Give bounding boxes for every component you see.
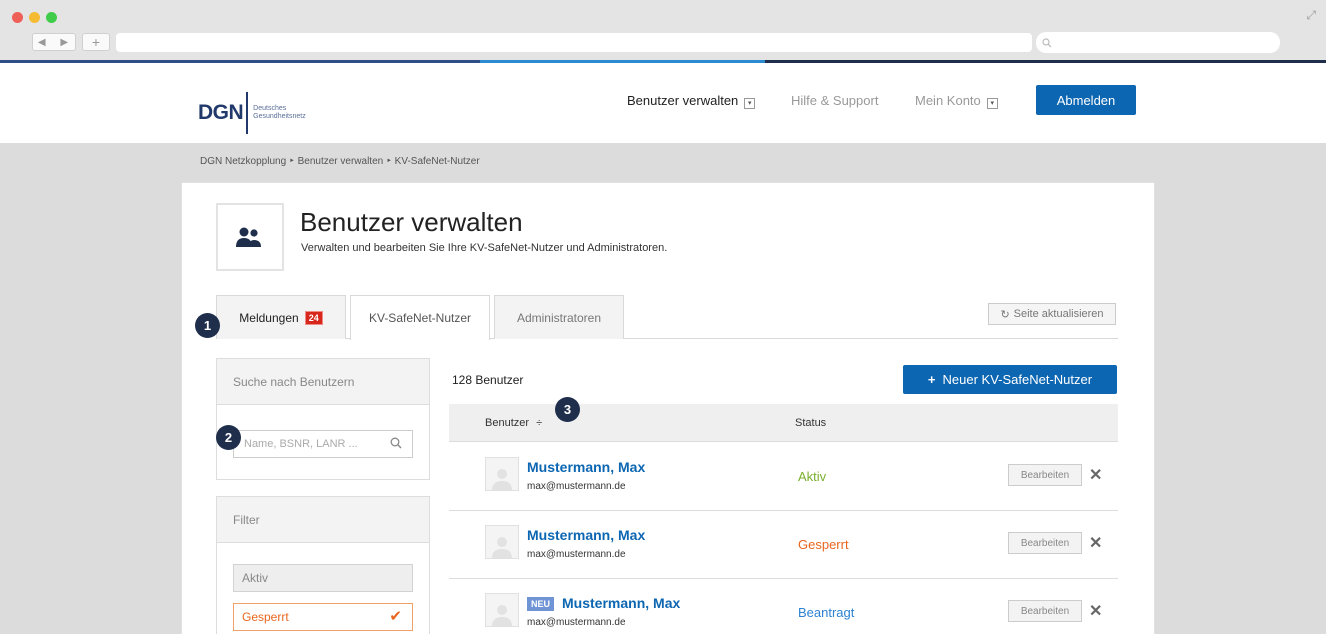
chevron-down-icon: ▾ [744,98,756,109]
user-name-link[interactable]: Mustermann, Max [527,527,645,543]
filter-panel-heading: Filter [217,497,429,543]
table-row: NEU Mustermann, Max max@mustermann.de Bea… [449,579,1118,634]
avatar [485,593,519,627]
refresh-icon: ↻ [1000,308,1010,321]
users-icon [216,203,284,271]
fullscreen-icon[interactable]: ⤢ [1306,8,1316,23]
address-bar[interactable] [116,33,1032,52]
page-title: Benutzer verwalten [300,207,523,237]
notification-count-badge: 24 [304,310,323,325]
nav-hilfe-support[interactable]: Hilfe & Support [791,93,878,108]
search-placeholder: Name, BSNR, LANR ... [244,438,358,450]
tab-label: Administratoren [516,310,602,325]
search-icon [1042,37,1052,47]
maximize-window-button[interactable] [46,12,57,23]
site-header: DGN Deutsches Gesundheitsnetz Benutzer v… [0,63,1326,143]
column-label: Benutzer [485,417,530,429]
user-email: max@mustermann.de [527,549,626,560]
edit-button[interactable]: Bearbeiten [1008,464,1082,486]
chevron-down-icon: ▾ [986,98,998,109]
status-label: Gesperrt [798,537,849,552]
delete-icon[interactable]: ✕ [1089,465,1102,485]
refresh-page-button[interactable]: ↻ Seite aktualisieren [988,303,1116,325]
nav-benutzer-verwalten[interactable]: Benutzer verwalten ▾ [627,93,756,109]
search-panel-heading: Suche nach Benutzern [217,359,429,405]
logout-button[interactable]: Abmelden [1036,85,1136,115]
logo-divider [246,92,249,134]
logo-text: Deutsches Gesundheitsnetz [253,105,306,121]
user-name-link[interactable]: Mustermann, Max [527,459,645,475]
user-count: 128 Benutzer [452,373,524,387]
back-forward-buttons[interactable]: ◀ ▶ [32,33,76,51]
annotation-marker: 1 [195,313,220,338]
delete-icon[interactable]: ✕ [1089,533,1102,553]
column-header-status: Status [795,417,827,429]
search-panel: Suche nach Benutzern Name, BSNR, LANR ..… [216,358,430,480]
new-user-button[interactable]: + Neuer KV-SafeNet-Nutzer [903,365,1117,394]
filter-option-gesperrt[interactable]: Gesperrt ✔ [233,603,413,631]
user-name-link[interactable]: NEU Mustermann, Max [527,595,680,611]
nav-label: Hilfe & Support [791,93,879,108]
refresh-label: Seite aktualisieren [1013,308,1104,320]
filter-panel: Filter Aktiv Gesperrt ✔ [216,496,430,634]
browser-chrome: ⤢ ◀ ▶ + [0,0,1326,62]
user-email: max@mustermann.de [527,481,626,492]
tab-label: Meldungen [239,310,299,325]
avatar [485,457,519,491]
breadcrumb[interactable]: DGN Netzkopplung ‣ Benutzer verwalten ‣ … [200,156,480,167]
logo-abbr: DGN [198,101,244,124]
logo-line1: Deutsches [253,105,287,112]
user-search-input[interactable]: Name, BSNR, LANR ... [233,430,413,458]
delete-icon[interactable]: ✕ [1089,601,1102,621]
user-name: Mustermann, Max [562,595,681,611]
new-tab-button[interactable]: + [82,33,110,51]
plus-icon: + [927,372,936,387]
user-email: max@mustermann.de [527,617,626,628]
tab-kv-safenet-nutzer[interactable]: KV-SafeNet-Nutzer [350,295,490,340]
logo-line2: Gesundheitsnetz [253,113,306,120]
edit-button[interactable]: Bearbeiten [1008,600,1082,622]
new-user-label: Neuer KV-SafeNet-Nutzer [942,372,1093,387]
minimize-window-button[interactable] [29,12,40,23]
column-header-benutzer[interactable]: Benutzer ÷ [485,417,542,429]
dgn-logo[interactable]: DGN Deutsches Gesundheitsnetz [198,92,306,134]
filter-label: Aktiv [242,571,269,585]
table-row: Mustermann, Max max@mustermann.de Aktiv … [449,443,1118,511]
status-label: Aktiv [798,469,827,484]
filter-label: Gesperrt [242,610,289,624]
new-user-badge: NEU [527,597,555,611]
sort-icon: ÷ [536,417,543,429]
tab-label: KV-SafeNet-Nutzer [368,311,472,325]
status-label: Beantragt [798,605,855,620]
close-window-button[interactable] [12,12,23,23]
annotation-marker: 3 [555,397,580,422]
nav-label: Mein Konto [915,93,981,108]
checkmark-icon: ✔ [389,608,402,625]
avatar [485,525,519,559]
tab-meldungen[interactable]: Meldungen 24 [216,295,346,339]
table-row: Mustermann, Max max@mustermann.de Gesper… [449,511,1118,579]
annotation-marker: 2 [216,425,241,450]
nav-mein-konto[interactable]: Mein Konto ▾ [915,93,998,109]
page-subtitle: Verwalten und bearbeiten Sie Ihre KV-Saf… [301,242,668,254]
search-icon [390,437,402,449]
browser-search-field[interactable] [1036,32,1280,53]
edit-button[interactable]: Bearbeiten [1008,532,1082,554]
nav-label: Benutzer verwalten [627,93,739,108]
tab-administratoren[interactable]: Administratoren [494,295,624,339]
table-header: Benutzer ÷ Status [449,404,1118,442]
filter-option-aktiv[interactable]: Aktiv [233,564,413,592]
